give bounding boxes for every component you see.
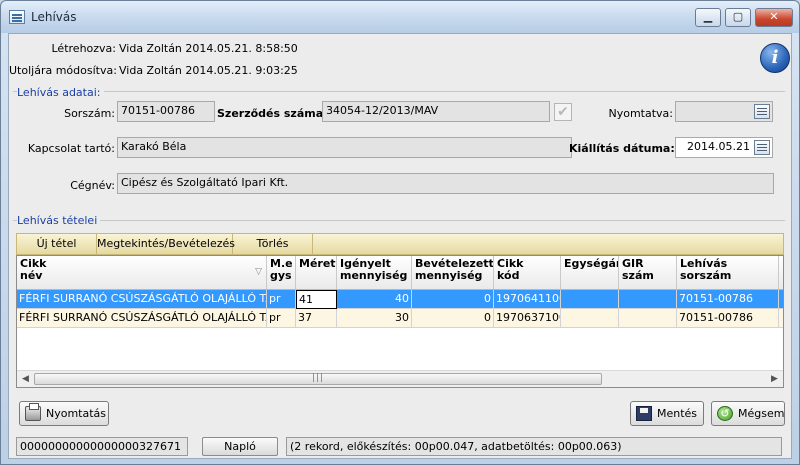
created-value: Vida Zoltán 2014.05.21. 8:58:50 xyxy=(119,42,298,55)
cell-egysegar xyxy=(561,309,619,328)
cell-gir xyxy=(619,309,677,328)
szerzodes-label: Szerződés száma: xyxy=(217,107,328,120)
save-button[interactable]: Mentés xyxy=(630,401,704,426)
app-icon xyxy=(9,10,25,24)
log-button[interactable]: Napló xyxy=(202,437,278,456)
checkmark-icon[interactable]: ✔ xyxy=(554,103,572,121)
calendar-icon[interactable] xyxy=(754,104,770,119)
cell-bevetelezett: 0 xyxy=(412,309,494,328)
window-title: Lehívás xyxy=(31,10,77,24)
minimize-button[interactable]: ▁ xyxy=(695,8,721,27)
col-header-bevetelezett[interactable]: Bevételezett mennyiség xyxy=(412,256,494,289)
close-button[interactable]: ✕ xyxy=(755,8,793,27)
cancel-button[interactable]: ↺ Mégsem xyxy=(711,401,785,426)
cell-lehivas-sorszam: 70151-00786 xyxy=(677,290,779,309)
items-grid: Cikk név ▽ M.e gys Méret Igényelt mennyi… xyxy=(16,255,784,388)
cell-igenyelt: 40 xyxy=(337,290,412,309)
cell-more xyxy=(779,290,783,309)
maximize-button[interactable]: ▢ xyxy=(725,8,751,27)
grid-header: Cikk név ▽ M.e gys Méret Igényelt mennyi… xyxy=(17,256,783,290)
sort-down-icon: ▽ xyxy=(255,267,262,277)
minimize-icon: ▁ xyxy=(703,10,713,23)
cell-cikk-kod: 1970641100 xyxy=(494,290,561,309)
scroll-right-icon[interactable]: ▶ xyxy=(766,371,783,387)
col-header-gir[interactable]: GIR szám xyxy=(619,256,677,289)
items-toolbar: Új tétel Megtekintés/Bevételezés Törlés xyxy=(16,233,784,255)
nyomtatva-label: Nyomtatva: xyxy=(608,107,673,120)
modified-label: Utoljára módosítva: xyxy=(9,64,117,77)
col-header-egysegar[interactable]: Egységár xyxy=(561,256,619,289)
cell-lehivas-sorszam: 70151-00786 xyxy=(677,309,779,328)
kiallitas-label: Kiállítás dátuma: xyxy=(569,142,675,155)
cell-me: pr xyxy=(267,309,296,328)
col-header-lehivas-sorszam[interactable]: Lehívás sorszám xyxy=(677,256,779,289)
szerzodes-field[interactable]: 34054-12/2013/MAV xyxy=(322,101,550,122)
cell-meret-editor[interactable]: 41 xyxy=(296,290,337,309)
col-header-me[interactable]: M.e gys xyxy=(267,256,296,289)
titlebar[interactable]: Lehívás ▁ ▢ ✕ xyxy=(1,1,799,33)
maximize-icon: ▢ xyxy=(732,10,744,23)
print-button[interactable]: Nyomtatás xyxy=(19,401,109,426)
col-header-cikk-nev[interactable]: Cikk név ▽ xyxy=(17,256,267,289)
cancel-button-label: Mégsem xyxy=(738,407,785,420)
sorszam-label: Sorszám: xyxy=(64,107,115,120)
cell-meret: 37 xyxy=(296,309,337,328)
cell-gir xyxy=(619,290,677,309)
cell-igenyelt: 30 xyxy=(337,309,412,328)
cell-more xyxy=(779,309,783,328)
delete-button[interactable]: Törlés xyxy=(233,234,313,254)
scrollbar-thumb[interactable]: ||| xyxy=(34,373,602,385)
cell-cikk-nev: FÉRFI SURRANÓ CSÚSZÁSGÁTLÓ OLAJÁLLÓ TALP… xyxy=(17,290,267,309)
cell-bevetelezett: 0 xyxy=(412,290,494,309)
new-item-button[interactable]: Új tétel xyxy=(17,234,97,254)
printer-icon xyxy=(25,403,41,421)
col-header-more[interactable]: L xyxy=(779,256,783,289)
kapcsolat-label: Kapcsolat tartó: xyxy=(27,142,115,155)
save-button-label: Mentés xyxy=(657,407,698,420)
horizontal-scrollbar[interactable]: ◀ ||| ▶ xyxy=(17,370,783,387)
table-row[interactable]: FÉRFI SURRANÓ CSÚSZÁSGÁTLÓ OLAJÁLLÓ TALP… xyxy=(17,309,783,328)
section-divider xyxy=(13,91,785,92)
cell-me: pr xyxy=(267,290,296,309)
kapcsolat-field[interactable]: Karakó Béla xyxy=(117,137,572,158)
dialog-body: Létrehozva: Vida Zoltán 2014.05.21. 8:58… xyxy=(8,33,792,459)
cell-egysegar xyxy=(561,290,619,309)
section-items-label: Lehívás tételei xyxy=(17,214,101,227)
record-id-field: 00000000000000000327671 xyxy=(16,437,188,456)
close-icon: ✕ xyxy=(769,10,779,23)
col-header-meret[interactable]: Méret xyxy=(296,256,337,289)
modified-value: Vida Zoltán 2014.05.21. 9:03:25 xyxy=(119,64,298,77)
print-button-label: Nyomtatás xyxy=(46,407,107,420)
col-header-igenyelt[interactable]: Igényelt mennyiség xyxy=(337,256,412,289)
cegnev-field[interactable]: Cipész és Szolgáltató Ipari Kft. xyxy=(117,173,774,194)
save-icon xyxy=(636,406,652,421)
created-label: Létrehozva: xyxy=(51,42,117,55)
cegnev-label: Cégnév: xyxy=(70,179,115,192)
info-icon[interactable]: i xyxy=(760,43,790,73)
scroll-left-icon[interactable]: ◀ xyxy=(17,371,34,387)
calendar-icon[interactable] xyxy=(754,140,770,155)
section-divider xyxy=(13,220,785,221)
cancel-icon: ↺ xyxy=(717,406,733,421)
col-header-cikk-kod[interactable]: Cikk kód xyxy=(494,256,561,289)
window: Lehívás ▁ ▢ ✕ Létrehozva: Vida Zoltán 20… xyxy=(0,0,800,465)
status-info-text: (2 rekord, előkészítés: 00p00.047, adatb… xyxy=(286,437,782,456)
cell-cikk-nev: FÉRFI SURRANÓ CSÚSZÁSGÁTLÓ OLAJÁLLÓ TALP… xyxy=(17,309,267,328)
sorszam-field[interactable]: 70151-00786 xyxy=(117,101,215,122)
status-bar: 00000000000000000327671 Napló (2 rekord,… xyxy=(16,437,784,458)
section-data-label: Lehívás adatai: xyxy=(17,86,104,99)
table-row[interactable]: FÉRFI SURRANÓ CSÚSZÁSGÁTLÓ OLAJÁLLÓ TALP… xyxy=(17,290,783,309)
cell-cikk-kod: 1970637100 xyxy=(494,309,561,328)
view-receive-button[interactable]: Megtekintés/Bevételezés xyxy=(97,234,235,254)
